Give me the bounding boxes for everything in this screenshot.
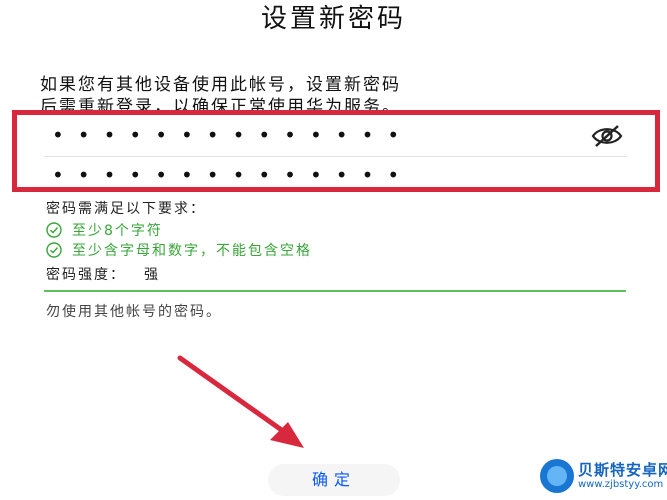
strength-bar [44,290,626,292]
confirm-button[interactable]: 确定 [268,464,400,496]
description-line-1: 如果您有其他设备使用此帐号，设置新密码 [40,75,401,95]
watermark-name: 贝斯特安卓网 [578,461,667,479]
watermark-logo-icon [540,459,574,493]
site-watermark: 贝斯特安卓网 www.zjbstyy.com [540,455,667,499]
requirement-label: 至少8个字符 [72,223,163,239]
page-title: 设置新密码 [260,4,406,34]
requirement-item: 至少含字母和数字，不能包含空格 [46,240,312,260]
strength-label: 密码强度： [46,267,126,283]
check-circle-icon [46,222,62,238]
requirements-title: 密码需满足以下要求： [46,201,206,217]
password-hint: 勿使用其他帐号的密码。 [46,304,222,320]
password-strength: 密码强度： 强 [46,265,160,285]
requirement-item: 至少8个字符 [46,220,163,240]
strength-value: 强 [144,267,160,283]
check-circle-icon [46,242,62,258]
highlight-box [12,110,660,192]
watermark-url: www.zjbstyy.com [578,479,664,490]
watermark-logo-inner [547,466,567,486]
requirement-label: 至少含字母和数字，不能包含空格 [72,243,312,259]
